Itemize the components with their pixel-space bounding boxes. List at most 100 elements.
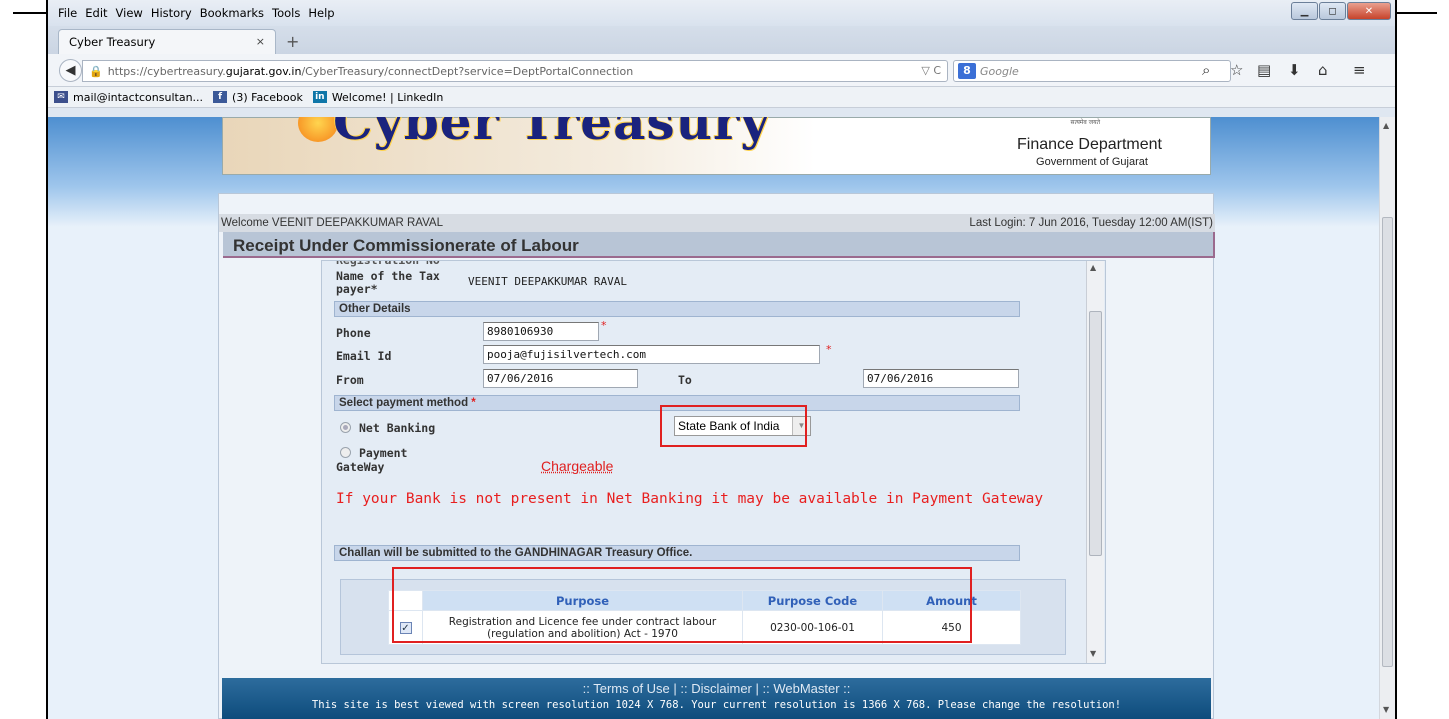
payment-gateway-radio[interactable]: [340, 447, 351, 458]
screen-frame: File Edit View History Bookmarks Tools H…: [0, 0, 1449, 719]
bank-availability-note: If your Bank is not present in Net Banki…: [336, 491, 1044, 507]
scroll-up-icon[interactable]: ▲: [1090, 263, 1096, 272]
scrollbar-thumb[interactable]: [1089, 311, 1102, 556]
required-mark: *: [826, 343, 832, 356]
challan-note: Challan will be submitted to the GANDHIN…: [334, 545, 1020, 561]
window-controls: ▁ ◻ ✕: [1290, 2, 1391, 20]
scroll-up-icon[interactable]: ▲: [1383, 121, 1389, 130]
national-emblem-icon: सत्यमेव जयते: [1070, 119, 1100, 126]
page-scrollbar[interactable]: ▲ ▼: [1379, 117, 1395, 719]
bookmark-star-icon[interactable]: ☆: [1230, 61, 1243, 79]
tab-close-icon[interactable]: ×: [256, 35, 265, 48]
url-domain: gujarat.gov.in: [225, 64, 302, 78]
bookmark-label: (3) Facebook: [232, 90, 303, 104]
bookmarks-toolbar: ✉ mail@intactconsultan... f (3) Facebook…: [48, 87, 1395, 108]
menu-hamburger-icon[interactable]: ≡: [1353, 61, 1366, 79]
net-banking-label: Net Banking: [359, 421, 436, 435]
bookmark-linkedin[interactable]: in Welcome! | LinkedIn: [312, 90, 444, 104]
bookmark-facebook[interactable]: f (3) Facebook: [213, 91, 303, 104]
welcome-user: Welcome VEENIT DEEPAKKUMAR RAVAL: [221, 217, 443, 229]
search-input[interactable]: 8 Google: [953, 60, 1231, 82]
menu-history[interactable]: History: [151, 6, 192, 20]
taxpayer-label-line2: payer*: [336, 282, 378, 296]
browser-window: File Edit View History Bookmarks Tools H…: [48, 0, 1395, 719]
banner-title: Cyber Treasury: [333, 117, 771, 151]
bookmark-mail[interactable]: ✉ mail@intactconsultan...: [54, 91, 203, 104]
from-date-field[interactable]: 07/06/2016: [483, 369, 638, 388]
maximize-button[interactable]: ◻: [1319, 2, 1346, 20]
to-label: To: [678, 373, 692, 387]
tab-cyber-treasury[interactable]: Cyber Treasury ×: [58, 29, 276, 54]
menu-tools[interactable]: Tools: [272, 6, 300, 20]
facebook-icon: f: [213, 91, 228, 103]
tab-bar: Cyber Treasury × +: [48, 26, 1395, 54]
menu-help[interactable]: Help: [308, 6, 334, 20]
page-title: Receipt Under Commissionerate of Labour: [223, 232, 1215, 258]
reading-list-icon[interactable]: ▤: [1257, 61, 1271, 79]
finance-department-label: Finance Department: [1017, 136, 1162, 153]
main-panel: Welcome VEENIT DEEPAKKUMAR RAVAL Last Lo…: [218, 193, 1215, 719]
scroll-down-icon[interactable]: ▼: [1383, 705, 1389, 714]
url-path: /CyberTreasury/connectDept?service=DeptP…: [301, 64, 634, 78]
from-label: From: [336, 373, 364, 387]
menu-bar: File Edit View History Bookmarks Tools H…: [48, 0, 1395, 26]
tab-title: Cyber Treasury: [69, 35, 156, 49]
resolution-note: This site is best viewed with screen res…: [311, 699, 1122, 711]
url-prefix: https://cybertreasury.: [107, 64, 226, 78]
back-button[interactable]: ◀: [59, 59, 82, 82]
search-engine-icon[interactable]: 8: [958, 63, 976, 79]
government-label: Government of Gujarat: [1036, 156, 1148, 168]
site-footer: :: Terms of Use | :: Disclaimer | :: Web…: [222, 678, 1211, 719]
scroll-down-icon[interactable]: ▼: [1090, 649, 1096, 658]
last-login: Last Login: 7 Jun 2016, Tuesday 12:00 AM…: [969, 217, 1213, 229]
new-tab-button[interactable]: +: [286, 32, 299, 51]
payment-gateway-label-line2: GateWay: [336, 460, 385, 474]
menu-edit[interactable]: Edit: [85, 6, 107, 20]
welcome-bar: Welcome VEENIT DEEPAKKUMAR RAVAL Last Lo…: [219, 214, 1215, 232]
search-placeholder: Google: [980, 64, 1019, 78]
email-field[interactable]: pooja@fujisilvertech.com: [483, 345, 820, 364]
to-date-field[interactable]: 07/06/2016: [863, 369, 1019, 388]
mail-icon: ✉: [54, 91, 68, 103]
site-banner: Cyber Treasury सत्यमेव जयते Finance Depa…: [222, 117, 1211, 175]
download-icon[interactable]: ⬇: [1288, 61, 1301, 79]
minimize-button[interactable]: ▁: [1291, 2, 1318, 20]
page-content: Cyber Treasury सत्यमेव जयते Finance Depa…: [48, 117, 1379, 719]
required-mark: *: [601, 319, 607, 332]
taxpayer-value: VEENIT DEEPAKKUMAR RAVAL: [468, 275, 627, 288]
receipt-form: Registration No Name of the Tax payer* V…: [321, 260, 1106, 664]
cyber-treasury-logo-icon: [298, 117, 338, 142]
menu-file[interactable]: File: [58, 6, 77, 20]
menu-bookmarks[interactable]: Bookmarks: [200, 6, 264, 20]
frame-line: [1397, 12, 1437, 14]
payment-method-label: Select payment method: [339, 397, 469, 409]
back-arrow-icon: ◀: [65, 63, 76, 78]
net-banking-radio[interactable]: [340, 422, 351, 433]
frame-line: [13, 12, 46, 14]
phone-field[interactable]: 8980106930: [483, 322, 599, 341]
url-bar[interactable]: 🔒 https://cybertreasury. gujarat.gov.in/C…: [82, 60, 948, 82]
search-icon[interactable]: ⌕: [1202, 61, 1210, 79]
reload-icon[interactable]: ▽ C: [921, 64, 941, 77]
scrollbar-thumb[interactable]: [1382, 217, 1393, 667]
bookmark-label: Welcome! | LinkedIn: [331, 90, 444, 104]
navigation-bar: ◀ 🔒 https://cybertreasury. gujarat.gov.in…: [48, 54, 1395, 87]
linkedin-icon: in: [312, 91, 327, 103]
form-scrollbar[interactable]: ▲ ▼: [1086, 261, 1104, 663]
required-mark: *: [471, 397, 476, 409]
close-window-button[interactable]: ✕: [1347, 2, 1391, 20]
lock-icon: 🔒: [89, 64, 103, 78]
footer-links[interactable]: :: Terms of Use | :: Disclaimer | :: Web…: [222, 681, 1211, 696]
chargeable-link[interactable]: Chargeable: [541, 458, 613, 474]
taxpayer-label: Name of the Tax: [336, 269, 440, 283]
payment-gateway-label: Payment: [359, 446, 408, 460]
highlight-box: [660, 405, 807, 447]
frame-line: [1395, 0, 1397, 719]
other-details-header: Other Details: [334, 301, 1020, 317]
highlight-box: [392, 567, 972, 643]
registration-no-label: Registration No: [336, 260, 440, 267]
home-icon[interactable]: ⌂: [1318, 61, 1328, 79]
email-label: Email Id: [336, 349, 392, 363]
phone-label: Phone: [336, 326, 371, 340]
menu-view[interactable]: View: [116, 6, 143, 20]
